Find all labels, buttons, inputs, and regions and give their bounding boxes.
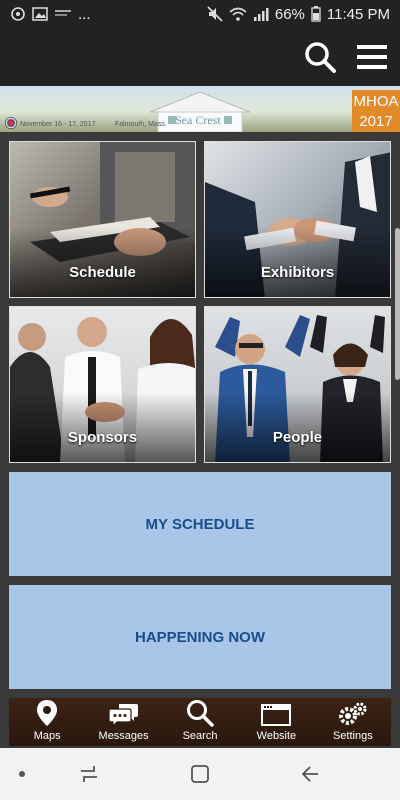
tile-people[interactable]: People: [204, 306, 391, 463]
event-name: MHOA: [353, 93, 399, 110]
tile-shade: [10, 227, 195, 297]
scrollbar[interactable]: [395, 228, 400, 380]
bottom-tab-bar: Maps Messages Search Website Settings: [9, 698, 391, 746]
battery-percent: 66%: [274, 5, 305, 23]
nav-dot-icon: [19, 771, 25, 777]
status-bar: ... 66% 11:45 PM: [0, 0, 400, 28]
event-banner: November 16 - 17, 2017 Falmouth, Mass. S…: [0, 86, 400, 132]
clock: 11:45 PM: [326, 5, 390, 23]
my-schedule-button[interactable]: MY SCHEDULE: [9, 472, 391, 576]
gears-icon: [338, 702, 367, 725]
tile-shade: [205, 227, 390, 297]
tile-label: Schedule: [69, 264, 136, 281]
recent-apps-icon[interactable]: [78, 763, 100, 785]
tab-messages[interactable]: Messages: [85, 698, 161, 746]
app-notification-icon: [55, 10, 71, 16]
search-button[interactable]: [303, 40, 337, 74]
chat-bubbles-icon: [108, 704, 138, 727]
map-pin-icon: [37, 700, 58, 726]
tab-maps[interactable]: Maps: [9, 698, 85, 746]
search-icon: [305, 42, 336, 73]
panel-label: HAPPENING NOW: [134, 628, 265, 646]
more-notifications: ...: [78, 5, 91, 23]
tab-label: Messages: [98, 730, 149, 742]
tile-exhibitors[interactable]: Exhibitors: [204, 141, 391, 298]
event-year: 2017: [359, 113, 393, 130]
search-icon: [187, 700, 214, 727]
panel-label: MY SCHEDULE: [145, 515, 255, 533]
image-icon: [32, 7, 48, 21]
tab-label: Search: [182, 730, 218, 742]
event-badge: MHOA 2017: [352, 90, 400, 132]
menu-button[interactable]: [355, 40, 389, 74]
tab-settings[interactable]: Settings: [315, 698, 391, 746]
happening-now-button[interactable]: HAPPENING NOW: [9, 585, 391, 689]
event-seal-icon: [5, 117, 17, 129]
browser-window-icon: [261, 704, 292, 726]
tab-website[interactable]: Website: [238, 698, 314, 746]
system-nav-bar: [0, 748, 400, 800]
tile-shade: [205, 392, 390, 462]
tab-label: Maps: [33, 730, 61, 742]
tile-label: People: [272, 429, 323, 446]
signal-icon: [253, 8, 269, 21]
tab-label: Settings: [332, 730, 373, 742]
tile-shade: [10, 392, 195, 462]
hamburger-menu-icon: [357, 45, 387, 69]
battery-icon: [311, 6, 321, 22]
home-icon[interactable]: [189, 763, 211, 785]
tile-schedule[interactable]: Schedule: [9, 141, 196, 298]
mute-icon: [207, 6, 223, 22]
tab-search[interactable]: Search: [162, 698, 238, 746]
venue-logo-text: Sea Crest: [175, 113, 221, 127]
tile-sponsors[interactable]: Sponsors: [9, 306, 196, 463]
app-header: [0, 28, 400, 86]
event-location: Falmouth, Mass.: [115, 121, 167, 128]
tile-label: Sponsors: [67, 429, 138, 446]
tab-label: Website: [256, 730, 297, 742]
back-icon[interactable]: [300, 763, 322, 785]
sync-icon: [11, 7, 25, 21]
wifi-icon: [229, 7, 247, 21]
event-dates: November 16 - 17, 2017: [20, 121, 96, 128]
tile-label: Exhibitors: [260, 264, 335, 281]
